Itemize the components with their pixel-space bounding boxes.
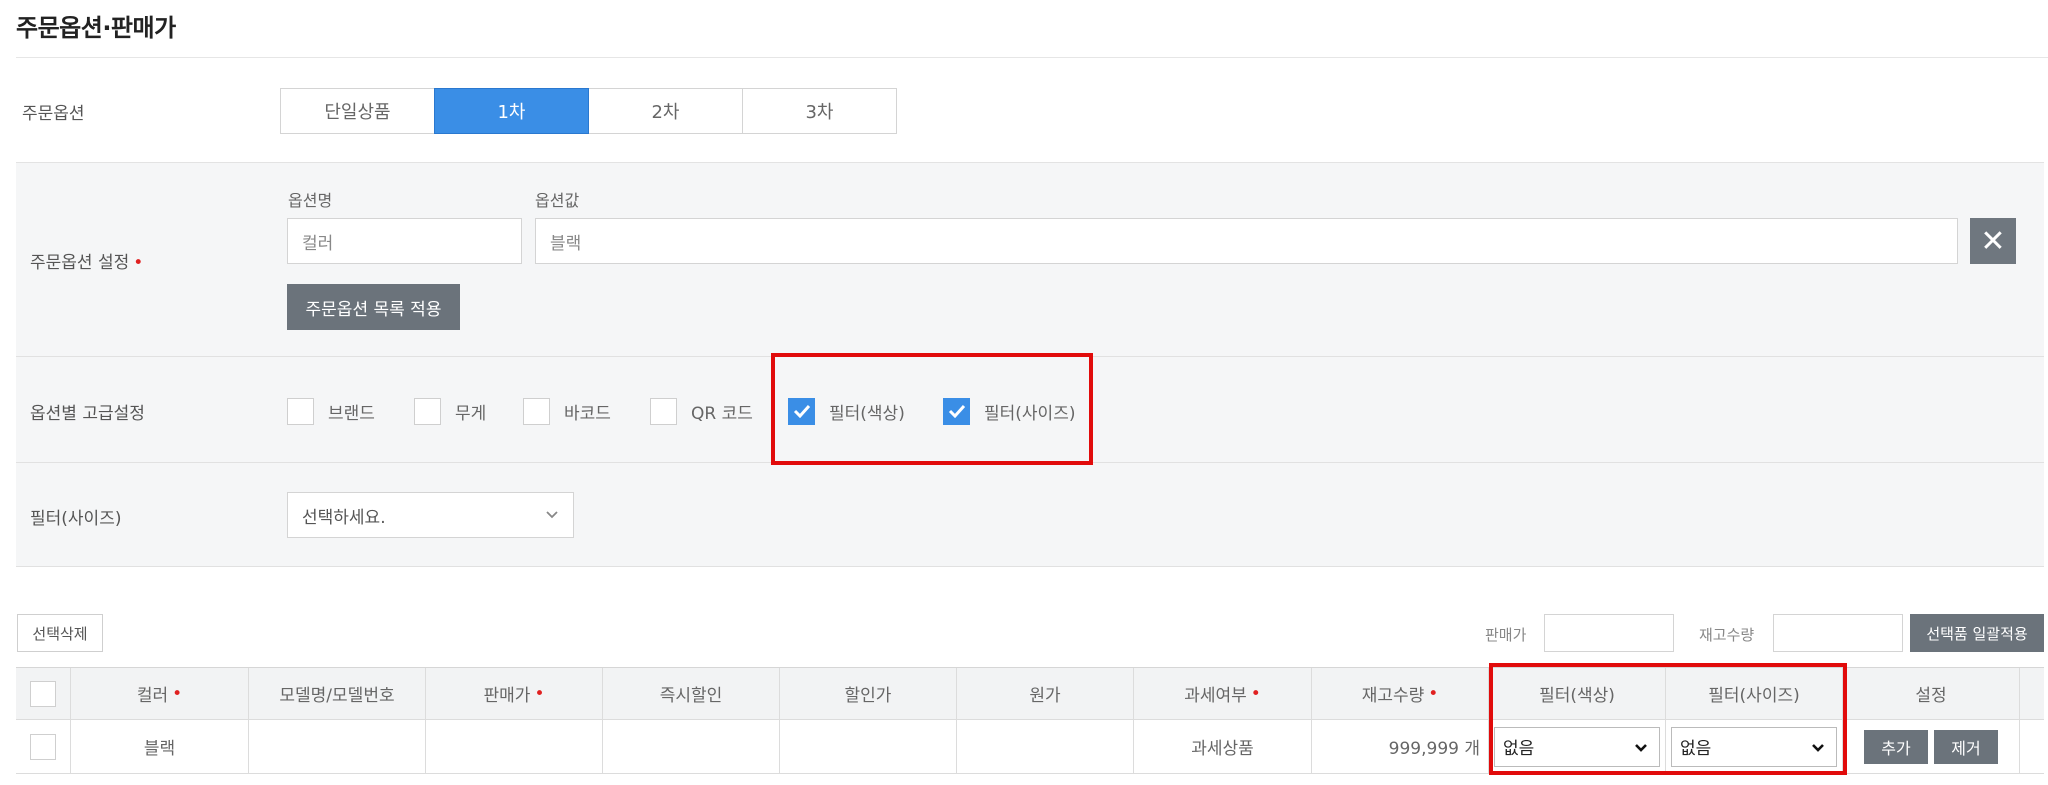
required-dot: • xyxy=(133,253,144,273)
remove-row-button[interactable]: 제거 xyxy=(1934,729,1998,764)
price-bulk-label: 판매가 xyxy=(1485,626,1527,644)
row-scroll-gutter xyxy=(2019,720,2044,773)
checkbox-label: 무게 xyxy=(455,403,487,424)
title-divider xyxy=(16,57,2048,58)
tab-level-1[interactable]: 1차 xyxy=(434,88,589,134)
highlight-box-filter-columns xyxy=(1489,663,1847,775)
header-cost-text: 원가 xyxy=(1029,686,1061,706)
header-stock: 재고수량 • xyxy=(1311,668,1488,719)
option-value-input[interactable]: 블랙 xyxy=(535,218,1958,264)
delete-selected-button[interactable]: 선택삭제 xyxy=(17,614,103,652)
option-setting-label-text: 주문옵션 설정 xyxy=(30,253,130,273)
required-dot: • xyxy=(1250,683,1261,704)
header-color: 컬러 • xyxy=(70,668,248,719)
highlight-box-checkboxes xyxy=(771,353,1093,465)
tab-level-2[interactable]: 2차 xyxy=(588,88,743,134)
filter-size-select[interactable]: 선택하세요. xyxy=(287,492,574,538)
checkbox-brand[interactable]: 브랜드 xyxy=(287,396,375,426)
header-model-text: 모델명/모델번호 xyxy=(279,686,395,706)
option-setting-label: 주문옵션 설정 • xyxy=(30,248,143,273)
cell-model[interactable] xyxy=(248,720,425,773)
cell-tax[interactable]: 과세상품 xyxy=(1133,720,1311,773)
select-all-checkbox[interactable] xyxy=(30,680,56,707)
close-icon: ✕ xyxy=(1980,223,2006,259)
checkbox-box[interactable] xyxy=(523,397,550,425)
option-name-label: 옵션명 xyxy=(288,191,333,210)
header-discount-price: 할인가 xyxy=(779,668,956,719)
header-instant-discount: 즉시할인 xyxy=(602,668,779,719)
checkbox-box[interactable] xyxy=(414,397,441,425)
option-level-tabs: 단일상품 1차 2차 3차 xyxy=(280,88,897,134)
add-row-button[interactable]: 추가 xyxy=(1864,729,1928,764)
header-settings: 설정 xyxy=(1842,668,2019,719)
checkbox-label: 바코드 xyxy=(564,403,611,424)
checkbox-box[interactable] xyxy=(287,397,314,425)
header-select-all xyxy=(16,668,70,719)
row-checkbox[interactable] xyxy=(30,733,56,760)
header-tax: 과세여부 • xyxy=(1133,668,1311,719)
option-value-label: 옵션값 xyxy=(535,191,580,210)
header-stock-text: 재고수량 xyxy=(1361,686,1425,706)
chevron-down-icon xyxy=(546,511,558,519)
header-instant-discount-text: 즉시할인 xyxy=(659,686,723,706)
order-option-label: 주문옵션 xyxy=(22,104,85,124)
checkbox-weight[interactable]: 무게 xyxy=(414,396,486,426)
cell-cost[interactable] xyxy=(956,720,1133,773)
tab-level-3[interactable]: 3차 xyxy=(742,88,897,134)
apply-option-list-button[interactable]: 주문옵션 목록 적용 xyxy=(287,284,460,330)
cell-instant-discount[interactable] xyxy=(602,720,779,773)
panel-divider xyxy=(16,566,2044,567)
advanced-settings-label: 옵션별 고급설정 xyxy=(30,404,145,424)
checkbox-qr-code[interactable]: QR 코드 xyxy=(650,396,753,426)
header-settings-text: 설정 xyxy=(1915,686,1947,706)
checkbox-box[interactable] xyxy=(650,397,677,425)
remove-option-button[interactable]: ✕ xyxy=(1970,218,2016,264)
header-price: 판매가 • xyxy=(425,668,602,719)
required-dot: • xyxy=(1428,683,1439,704)
checkbox-barcode[interactable]: 바코드 xyxy=(523,396,611,426)
cell-stock[interactable]: 999,999 개 xyxy=(1311,720,1488,773)
header-cost: 원가 xyxy=(956,668,1133,719)
filter-size-select-value: 선택하세요. xyxy=(302,507,386,528)
bulk-apply-button[interactable]: 선택품 일괄적용 xyxy=(1910,614,2044,652)
cell-color: 블랙 xyxy=(70,720,248,773)
price-bulk-input[interactable] xyxy=(1544,614,1674,652)
filter-size-label: 필터(사이즈) xyxy=(30,509,122,529)
stock-bulk-label: 재고수량 xyxy=(1699,626,1755,644)
row-select-cell xyxy=(16,720,70,773)
tab-single-product[interactable]: 단일상품 xyxy=(280,88,435,134)
checkbox-label: 브랜드 xyxy=(328,403,375,424)
page-title: 주문옵션·판매가 xyxy=(16,14,176,42)
cell-price[interactable] xyxy=(425,720,602,773)
stock-bulk-input[interactable] xyxy=(1773,614,1903,652)
cell-discount-price xyxy=(779,720,956,773)
required-dot: • xyxy=(172,683,183,704)
header-scroll-gutter xyxy=(2019,668,2044,719)
header-color-text: 컬러 xyxy=(136,686,169,706)
header-tax-text: 과세여부 xyxy=(1184,686,1247,706)
header-price-text: 판매가 xyxy=(483,686,531,706)
checkbox-label: QR 코드 xyxy=(691,403,753,424)
option-name-input[interactable]: 컬러 xyxy=(287,218,522,264)
required-dot: • xyxy=(534,683,545,704)
cell-settings: 추가 제거 xyxy=(1842,720,2019,773)
header-discount-price-text: 할인가 xyxy=(844,686,892,706)
header-model: 모델명/모델번호 xyxy=(248,668,425,719)
